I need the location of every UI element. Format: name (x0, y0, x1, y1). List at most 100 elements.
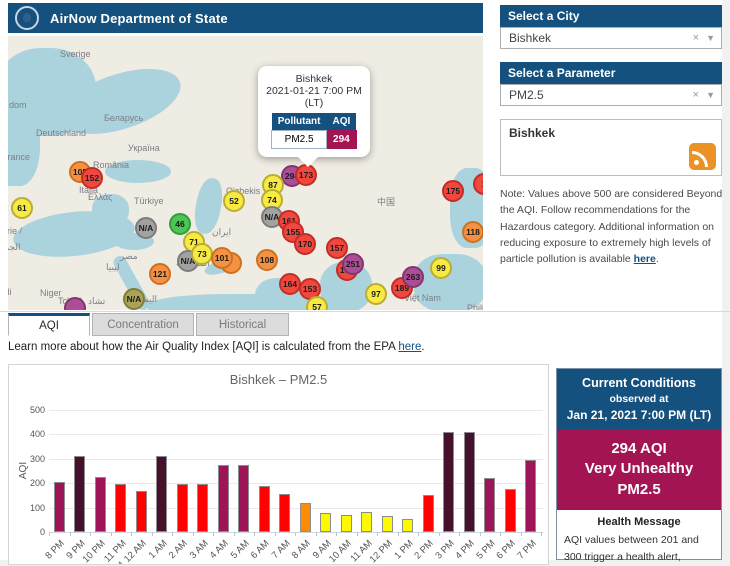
chart-bar[interactable] (423, 495, 434, 532)
chart-bar[interactable] (115, 484, 126, 532)
aqi-marker[interactable]: 52 (223, 190, 245, 212)
chart-x-tick-mark (111, 532, 112, 536)
chart-gridline (49, 532, 543, 533)
chart-x-tick-mark (377, 532, 378, 536)
map-label: Deutschland (36, 128, 86, 138)
chart-bar[interactable] (218, 465, 229, 532)
aqi-map[interactable]: SverigedomБеларусьDeutschlandFranceУкраї… (8, 36, 483, 310)
aqi-marker[interactable]: 152 (81, 167, 103, 189)
aqi-marker[interactable]: 99 (430, 257, 452, 279)
chart-bar[interactable] (361, 512, 372, 532)
chart-x-tick-mark (234, 532, 235, 536)
aqi-marker[interactable]: 251 (342, 253, 364, 275)
learn-more-body: Learn more about how the Air Quality Ind… (8, 341, 398, 353)
chart-x-tick-mark (357, 532, 358, 536)
chart-bar[interactable] (197, 484, 208, 532)
chart-bar[interactable] (464, 432, 475, 532)
chart-bar[interactable] (341, 515, 352, 532)
chart-x-tick-mark (541, 532, 542, 536)
section-divider (0, 311, 730, 312)
chevron-down-icon[interactable]: ▼ (706, 90, 715, 100)
map-label: تشاد (88, 296, 105, 307)
map-label: Mali (8, 287, 12, 297)
chart-bar[interactable] (382, 516, 393, 532)
chart-bar[interactable] (74, 456, 85, 532)
tab-concentration[interactable]: Concentration (92, 313, 194, 336)
map-label: Sverige (60, 49, 91, 59)
chart-plot-area: 01002003004005008 PM9 PM10 PM11 PM2021 1… (9, 365, 549, 565)
aqi-note: Note: Values above 500 are considered Be… (500, 186, 724, 267)
chart-bar[interactable] (402, 519, 413, 532)
chart-x-tick-mark (480, 532, 481, 536)
aqi-marker[interactable]: N/A (123, 288, 145, 310)
chart-bar[interactable] (279, 494, 290, 532)
chart-panel: Bishkek – PM2.5 AQI 01002003004005008 PM… (8, 364, 549, 565)
aqi-marker[interactable]: 173 (295, 164, 317, 186)
chart-bar[interactable] (300, 503, 311, 532)
chart-bar[interactable] (525, 460, 536, 532)
chevron-down-icon[interactable]: ▼ (706, 33, 715, 43)
popup-col-aqi: AQI (327, 113, 357, 131)
aqi-marker[interactable]: 101 (211, 247, 233, 269)
city-select[interactable]: Bishkek ×▼ (500, 27, 722, 49)
tabs: AQIConcentrationHistorical (8, 313, 291, 336)
cc-health-section: Health Message AQI values between 201 an… (557, 510, 721, 566)
note-link[interactable]: here (634, 253, 656, 265)
chart-bar[interactable] (136, 491, 147, 532)
learn-more-text: Learn more about how the Air Quality Ind… (8, 341, 425, 353)
tab-historical[interactable]: Historical (196, 313, 289, 336)
learn-more-end: . (421, 341, 424, 353)
popup-datetime: 2021-01-21 7:00 PM (264, 85, 364, 97)
aqi-marker[interactable]: 61 (11, 197, 33, 219)
chart-x-tick-mark (295, 532, 296, 536)
aqi-marker[interactable]: N/A (135, 217, 157, 239)
map-label: Ελλάς (88, 192, 112, 202)
chart-y-tick: 200 (13, 478, 45, 488)
aqi-marker[interactable]: 121 (149, 263, 171, 285)
feed-box: Bishkek (500, 119, 722, 176)
chart-bar[interactable] (484, 478, 495, 532)
aqi-marker[interactable]: 164 (279, 273, 301, 295)
chart-gridline (49, 410, 543, 411)
chart-x-tick-mark (316, 532, 317, 536)
cc-pollutant: PM2.5 (561, 480, 717, 500)
clear-city-icon[interactable]: × (693, 32, 699, 44)
aqi-marker[interactable]: 170 (294, 233, 316, 255)
chart-bar[interactable] (238, 465, 249, 532)
parameter-select-header: Select a Parameter (500, 62, 722, 84)
chart-x-tick-mark (152, 532, 153, 536)
chart-bar[interactable] (156, 456, 167, 532)
chart-bar[interactable] (320, 513, 331, 532)
aqi-marker[interactable]: 108 (256, 249, 278, 271)
chart-x-tick-mark (521, 532, 522, 536)
chart-bar[interactable] (259, 486, 270, 532)
aqi-marker[interactable]: 73 (191, 243, 213, 265)
parameter-select[interactable]: PM2.5 ×▼ (500, 84, 722, 106)
chart-bar[interactable] (177, 484, 188, 532)
map-label: France (8, 152, 30, 162)
aqi-marker[interactable]: 175 (442, 180, 464, 202)
note-text-end: . (656, 253, 659, 265)
epa-link[interactable]: here (398, 341, 421, 353)
app-title: AirNow Department of State (50, 11, 228, 26)
map-label: ليبيا (106, 262, 120, 273)
chart-x-tick-mark (418, 532, 419, 536)
chart-y-tick: 300 (13, 454, 45, 464)
map-label: الجزا (8, 242, 21, 253)
chart-bar[interactable] (95, 477, 106, 532)
map-label: Україна (128, 143, 160, 153)
aqi-marker[interactable]: 263 (402, 266, 424, 288)
tab-aqi[interactable]: AQI (8, 313, 90, 336)
aqi-marker[interactable]: 118 (462, 221, 483, 243)
aqi-marker[interactable] (64, 297, 86, 310)
chart-bar[interactable] (54, 482, 65, 532)
cc-datetime: Jan 21, 2021 7:00 PM (LT) (561, 408, 717, 422)
chart-bar[interactable] (505, 489, 516, 532)
map-label: dom (9, 100, 27, 110)
aqi-marker[interactable]: 97 (365, 283, 387, 305)
chart-y-tick: 100 (13, 503, 45, 513)
chart-bar[interactable] (443, 432, 454, 532)
clear-parameter-icon[interactable]: × (693, 89, 699, 101)
rss-feed-icon[interactable] (689, 143, 716, 170)
chart-x-tick-mark (275, 532, 276, 536)
